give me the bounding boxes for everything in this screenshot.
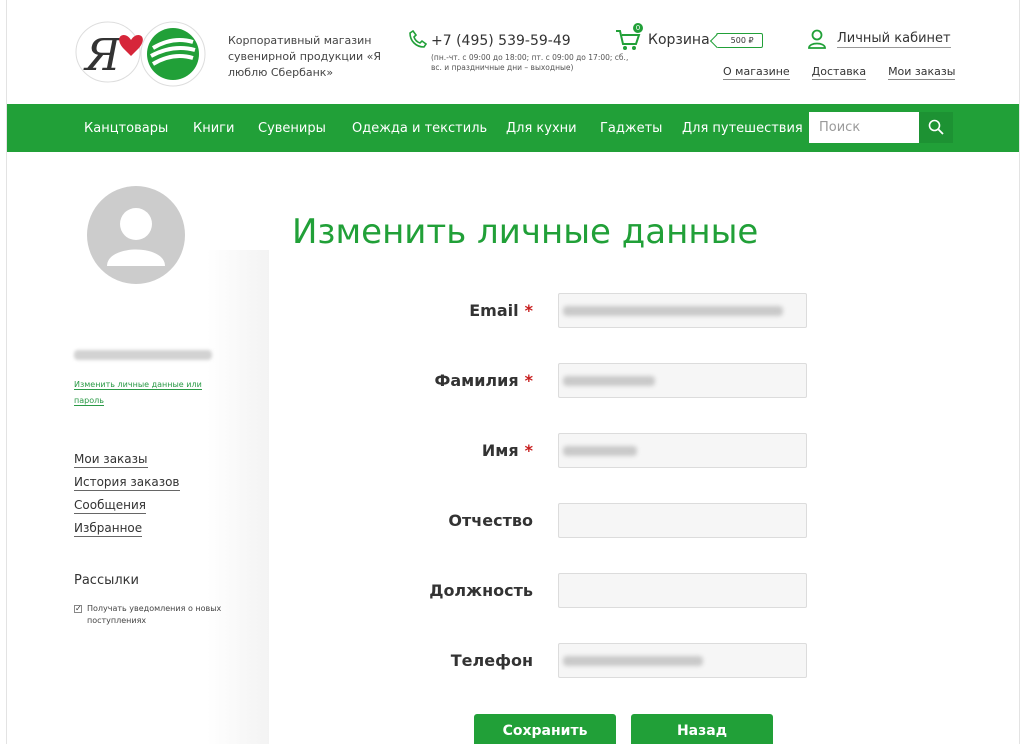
search-icon (928, 119, 944, 135)
nav-item-books[interactable]: Книги (193, 121, 234, 136)
cart-icon: 0 (615, 23, 643, 52)
page-title: Изменить личные данные (292, 212, 759, 252)
middle-name-field[interactable] (558, 503, 807, 538)
position-field[interactable] (558, 573, 807, 608)
newsletter-option-label: Получать уведомления о новых поступления… (87, 604, 222, 625)
cart-count-badge: 0 (633, 23, 643, 33)
sidebar-item-my-orders[interactable]: Мои заказы (74, 452, 180, 468)
user-name-blurred (74, 350, 212, 360)
form-row-email: Email * (357, 293, 817, 329)
last-name-label: Фамилия * (434, 371, 533, 390)
user-silhouette-icon (107, 208, 165, 266)
middle-name-label: Отчество (448, 511, 533, 530)
top-links: О магазине Доставка Мои заказы (723, 65, 956, 80)
logo[interactable]: Я (73, 18, 207, 90)
cart-button[interactable]: 0 Корзина 500 ₽ (615, 23, 763, 52)
email-label: Email * (469, 301, 533, 320)
sidebar-item-order-history[interactable]: История заказов (74, 475, 180, 491)
user-icon (807, 29, 827, 49)
working-hours: (пн.-чт. с 09:00 до 18:00; пт. с 09:00 д… (431, 53, 629, 72)
nav-item-travel[interactable]: Для путешествия (682, 121, 803, 136)
sidebar-item-messages[interactable]: Сообщения (74, 498, 180, 514)
nav-item-clothing[interactable]: Одежда и текстиль (352, 121, 487, 136)
header: Я Корпоративный магазин сувенирной проду… (7, 0, 1019, 104)
sidebar-item-favorites[interactable]: Избранное (74, 521, 180, 537)
position-label: Должность (429, 581, 533, 600)
newsletter-heading: Рассылки (74, 573, 139, 588)
edit-profile-link-label: Изменить личные данные или пароль (74, 380, 202, 406)
phone-number[interactable]: +7 (495) 539-59-49 (431, 33, 571, 49)
form-row-position: Должность (357, 573, 817, 609)
page-frame: Я Корпоративный магазин сувенирной проду… (6, 0, 1020, 744)
form-row-phone: Телефон (357, 643, 817, 679)
nav-item-gadgets[interactable]: Гаджеты (600, 121, 662, 136)
account-link[interactable]: Личный кабинет (807, 29, 951, 49)
sidebar-item-label: Мои заказы (74, 452, 148, 468)
sidebar-item-label: Сообщения (74, 498, 147, 514)
email-field[interactable] (558, 293, 807, 328)
search-button[interactable] (919, 112, 953, 143)
account-menu: Мои заказы История заказов Сообщения Изб… (74, 452, 180, 544)
form-row-first-name: Имя * (357, 433, 817, 469)
about-link[interactable]: О магазине (723, 65, 790, 80)
search-input[interactable] (809, 112, 919, 143)
back-button[interactable]: Назад (631, 714, 773, 744)
form-row-middle-name: Отчество (357, 503, 817, 539)
nav-item-kitchen[interactable]: Для кухни (506, 121, 577, 136)
phone-icon (409, 29, 428, 48)
account-label: Личный кабинет (837, 30, 951, 48)
newsletter-checkbox[interactable] (74, 603, 82, 615)
cart-price-tag: 500 ₽ (715, 32, 763, 48)
cart-label: Корзина (648, 32, 710, 48)
sidebar-item-label: История заказов (74, 475, 180, 491)
first-name-field[interactable] (558, 433, 807, 468)
sidebar-item-label: Избранное (74, 521, 143, 537)
first-name-label: Имя * (481, 441, 533, 460)
save-button[interactable]: Сохранить (474, 714, 616, 744)
phone-field[interactable] (558, 643, 807, 678)
last-name-field[interactable] (558, 363, 807, 398)
delivery-link[interactable]: Доставка (811, 65, 867, 80)
phone-block: +7 (495) 539-59-49 (пн.-чт. с 09:00 до 1… (409, 29, 631, 73)
nav-item-souvenirs[interactable]: Сувениры (258, 121, 326, 136)
my-orders-top-link[interactable]: Мои заказы (888, 65, 956, 80)
newsletter-option[interactable]: Получать уведомления о новых поступления… (74, 603, 264, 627)
store-tagline: Корпоративный магазин сувенирной продукц… (228, 34, 382, 79)
avatar[interactable] (87, 186, 185, 284)
nav-item-stationery[interactable]: Канцтовары (84, 121, 168, 136)
logo-letter: Я (83, 30, 122, 81)
edit-profile-link[interactable]: Изменить личные данные или пароль (74, 377, 214, 409)
category-nav: Канцтовары Книги Сувениры Одежда и текст… (7, 104, 1019, 152)
sidebar-shade (207, 250, 269, 744)
phone-label: Телефон (450, 651, 533, 670)
form-row-last-name: Фамилия * (357, 363, 817, 399)
